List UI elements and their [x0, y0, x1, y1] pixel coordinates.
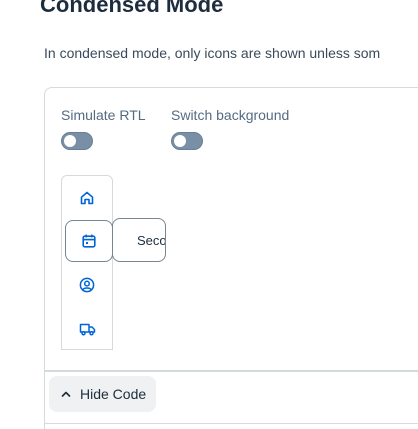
nav-item-user[interactable] [62, 265, 112, 305]
simulate-rtl-label: Simulate RTL [61, 107, 146, 123]
truck-icon [79, 321, 96, 337]
nav-item-truck[interactable] [62, 309, 112, 349]
page-title: Condensed Mode [40, 0, 224, 17]
home-icon [79, 190, 95, 206]
hide-code-button[interactable]: Hide Code [49, 376, 156, 412]
divider [44, 370, 45, 429]
simulate-rtl-switch[interactable] [61, 132, 93, 150]
popover-label: Seco [137, 233, 166, 248]
switch-background-label: Switch background [171, 107, 290, 123]
switch-background-switch[interactable] [171, 132, 203, 150]
divider [44, 370, 418, 371]
section-description: In condensed mode, only icons are shown … [44, 45, 381, 61]
nav-item-home[interactable] [62, 178, 112, 218]
switch-knob [64, 135, 76, 147]
side-navigation [61, 175, 113, 350]
divider [44, 423, 418, 424]
hide-code-label: Hide Code [80, 386, 147, 402]
nav-item-calendar[interactable] [65, 220, 113, 262]
nav-item-popover[interactable]: Seco [112, 218, 166, 262]
chevron-up-icon [61, 390, 71, 398]
demo-area: Simulate RTL Switch background Seco [44, 87, 418, 372]
calendar-icon [81, 233, 97, 249]
switch-knob [174, 135, 186, 147]
user-icon [79, 277, 95, 293]
